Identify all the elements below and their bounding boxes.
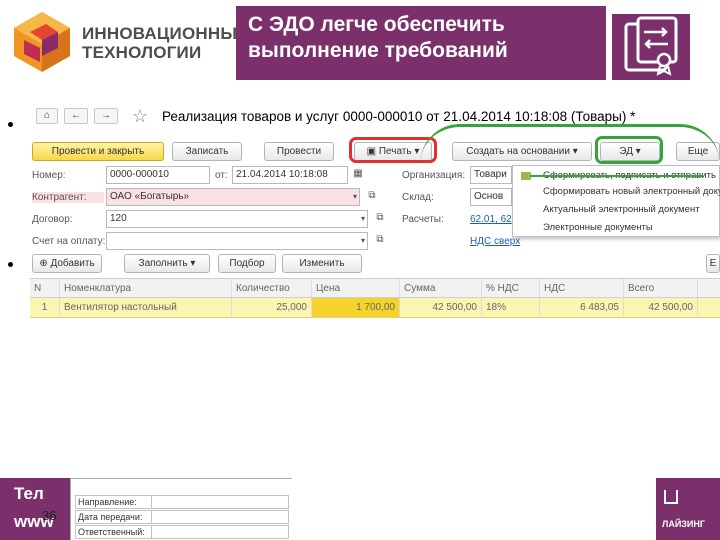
date-field[interactable]: 21.04.2014 10:18:08 — [232, 166, 348, 184]
add-row-button[interactable]: ⊕ Добавить — [32, 254, 102, 273]
total-cell[interactable]: 42 500,00 — [624, 298, 698, 317]
column-header[interactable]: % НДС — [482, 279, 540, 297]
vat-rate-cell[interactable]: 18% — [482, 298, 540, 317]
sum-cell[interactable]: 42 500,00 — [400, 298, 482, 317]
subform-field[interactable] — [151, 510, 289, 524]
chevron-down-icon[interactable]: ▾ — [361, 233, 365, 249]
post-and-close-button[interactable]: Провести и закрыть — [32, 142, 164, 161]
number-field[interactable]: 0000-000010 — [106, 166, 210, 184]
nav-back-button[interactable]: ← — [64, 108, 88, 124]
contractor-label: Контрагент: — [32, 192, 104, 203]
column-header[interactable]: Всего — [624, 279, 698, 297]
column-header[interactable]: N — [30, 279, 60, 297]
add-label: Добавить — [50, 258, 95, 269]
contract-field[interactable]: 120 ▾ — [106, 210, 368, 228]
warehouse-field[interactable]: Основ — [470, 188, 512, 206]
slide-title: С ЭДО легче обеспечить выполнение требов… — [248, 13, 508, 62]
warehouse-label: Склад: — [402, 192, 434, 203]
calendar-icon[interactable]: ▦ — [350, 167, 366, 183]
slide-header: ИННОВАЦИОННЫЕ ТЕХНОЛОГИИ С ЭДО легче обе… — [0, 0, 720, 88]
contractor-field[interactable]: ОАО «Богатырь» ▾ — [106, 188, 360, 206]
plus-icon: ⊕ — [39, 258, 51, 269]
nav-forward-button[interactable]: → — [94, 108, 118, 124]
column-header[interactable]: Количество — [232, 279, 312, 297]
table-more-button[interactable]: E — [706, 254, 720, 273]
date-prefix: от: — [215, 170, 228, 181]
chevron-down-icon[interactable]: ▾ — [353, 189, 357, 205]
contract-label: Договор: — [32, 214, 73, 225]
contract-value: 120 — [110, 213, 127, 224]
document-title: Реализация товаров и услуг 0000-000010 о… — [162, 109, 636, 124]
column-header[interactable]: Номенклатура — [60, 279, 232, 297]
post-button[interactable]: Провести — [264, 142, 334, 161]
number-label: Номер: — [32, 170, 66, 181]
settlements-label: Расчеты: — [402, 214, 444, 225]
cube-icon — [14, 12, 70, 72]
organization-label: Организация: — [402, 170, 466, 181]
menu-item-electronic-docs[interactable]: Электронные документы — [543, 222, 653, 233]
menu-item-new-ed[interactable]: Сформировать новый электронный документ — [543, 186, 720, 197]
save-button[interactable]: Записать — [172, 142, 242, 161]
company-logo-text: ИННОВАЦИОННЫЕ ТЕХНОЛОГИИ — [82, 24, 249, 62]
bullet-point — [8, 122, 13, 127]
bottom-subform: Направление: Дата передачи: Ответственны… — [70, 478, 292, 540]
change-button[interactable]: Изменить — [282, 254, 362, 273]
document-exchange-icon — [612, 14, 690, 80]
quantity-cell[interactable]: 25,000 — [232, 298, 312, 317]
ed-highlight-ring — [595, 136, 663, 164]
menu-item-current-ed[interactable]: Актуальный электронный документ — [543, 204, 700, 215]
subform-field[interactable] — [151, 495, 289, 509]
footer-right-band — [656, 478, 720, 540]
product-cell[interactable]: Вентилятор настольный — [60, 298, 232, 317]
footer-brand-text: ЛАЙЗИНГ — [662, 519, 705, 529]
vat-link[interactable]: НДС сверх — [470, 236, 520, 247]
contractor-value: ОАО «Богатырь» — [110, 191, 190, 202]
column-header[interactable]: Цена — [312, 279, 400, 297]
open-contract-button[interactable]: ⧉ — [372, 211, 388, 227]
open-contractor-button[interactable]: ⧉ — [364, 189, 380, 205]
page-number: 36 — [42, 508, 57, 523]
column-header[interactable]: НДС — [540, 279, 624, 297]
settlements-link[interactable]: 62.01, 62 — [470, 214, 512, 225]
fill-button[interactable]: Заполнить ▾ — [124, 254, 210, 273]
column-header[interactable]: Сумма — [400, 279, 482, 297]
star-icon[interactable]: ☆ — [132, 106, 148, 127]
open-invoice-button[interactable]: ⧉ — [372, 233, 388, 249]
invoice-label: Счет на оплату: — [32, 236, 106, 247]
footer-logo-icon — [664, 490, 678, 504]
ed-highlight-arc — [420, 124, 720, 164]
footer-phone-label: Тел — [14, 484, 44, 503]
row-number: 1 — [30, 298, 60, 317]
vat-cell[interactable]: 6 483,05 — [540, 298, 624, 317]
table-header: N Номенклатура Количество Цена Сумма % Н… — [30, 278, 720, 298]
menu-highlight-underline — [530, 175, 702, 177]
bullet-point — [8, 262, 13, 267]
invoice-field[interactable]: ▾ — [106, 232, 368, 250]
pick-button[interactable]: Подбор — [218, 254, 276, 273]
nav-home-icon[interactable]: ⌂ — [36, 108, 58, 124]
organization-field[interactable]: Товари — [470, 166, 512, 184]
chevron-down-icon[interactable]: ▾ — [361, 211, 365, 227]
table-row[interactable]: 1 Вентилятор настольный 25,000 1 700,00 … — [30, 298, 720, 318]
fill-label: Заполнить — [138, 258, 188, 269]
subform-field[interactable] — [151, 525, 289, 539]
price-cell[interactable]: 1 700,00 — [312, 298, 400, 317]
